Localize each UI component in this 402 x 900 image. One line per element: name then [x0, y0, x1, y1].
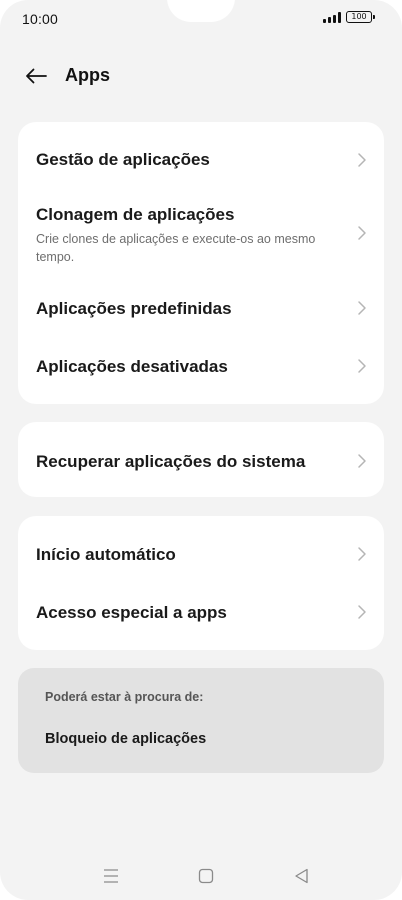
row-title: Início automático: [36, 545, 176, 564]
back-button[interactable]: [22, 62, 50, 90]
settings-group-apps: Gestão de aplicações Clonagem de aplicaç…: [18, 122, 384, 404]
row-aplicacoes-desativadas[interactable]: Aplicações desativadas: [18, 340, 384, 398]
chevron-right-icon: [358, 226, 366, 240]
suggestion-link[interactable]: Bloqueio de aplicações: [45, 731, 206, 747]
row-title: Aplicações predefinidas: [36, 299, 232, 318]
row-title: Clonagem de aplicações: [36, 205, 235, 224]
settings-group-startup: Início automático Acesso especial a apps: [18, 516, 384, 650]
suggestion-label: Poderá estar à procura de:: [45, 690, 204, 704]
chevron-right-icon: [358, 605, 366, 619]
screen: 10:00 100 Apps Gestão de aplicações Clon…: [0, 0, 402, 900]
row-aplicacoes-predefinidas[interactable]: Aplicações predefinidas: [18, 282, 384, 340]
row-inicio-automatico[interactable]: Início automático: [18, 516, 384, 584]
battery-icon: 100: [346, 11, 375, 23]
arrow-left-icon: [26, 68, 47, 84]
row-subtitle: Crie clones de aplicações e execute-os a…: [36, 232, 316, 264]
row-title: Aplicações desativadas: [36, 357, 228, 376]
status-bar: 10:00 100: [0, 0, 402, 36]
chevron-right-icon: [358, 547, 366, 561]
menu-icon[interactable]: [101, 866, 121, 886]
chevron-right-icon: [358, 359, 366, 373]
chevron-right-icon: [358, 153, 366, 167]
row-title: Gestão de aplicações: [36, 150, 210, 169]
row-title: Recuperar aplicações do sistema: [36, 452, 306, 471]
page-title: Apps: [65, 65, 110, 85]
navigation-bar: [0, 858, 402, 894]
row-gestao-aplicacoes[interactable]: Gestão de aplicações: [18, 122, 384, 198]
suggestion-panel: Poderá estar à procura de: Bloqueio de a…: [18, 668, 384, 773]
chevron-right-icon: [358, 454, 366, 468]
chevron-right-icon: [358, 301, 366, 315]
signal-icon: [323, 11, 341, 23]
settings-group-recover: Recuperar aplicações do sistema: [18, 422, 384, 497]
row-title: Acesso especial a apps: [36, 603, 227, 622]
home-square-icon[interactable]: [196, 866, 216, 886]
status-icons: 100: [323, 11, 375, 23]
row-acesso-especial[interactable]: Acesso especial a apps: [18, 584, 384, 650]
back-triangle-icon[interactable]: [292, 866, 312, 886]
header: Apps: [0, 56, 402, 96]
status-time: 10:00: [22, 11, 59, 27]
row-recuperar-aplicacoes[interactable]: Recuperar aplicações do sistema: [18, 422, 384, 497]
